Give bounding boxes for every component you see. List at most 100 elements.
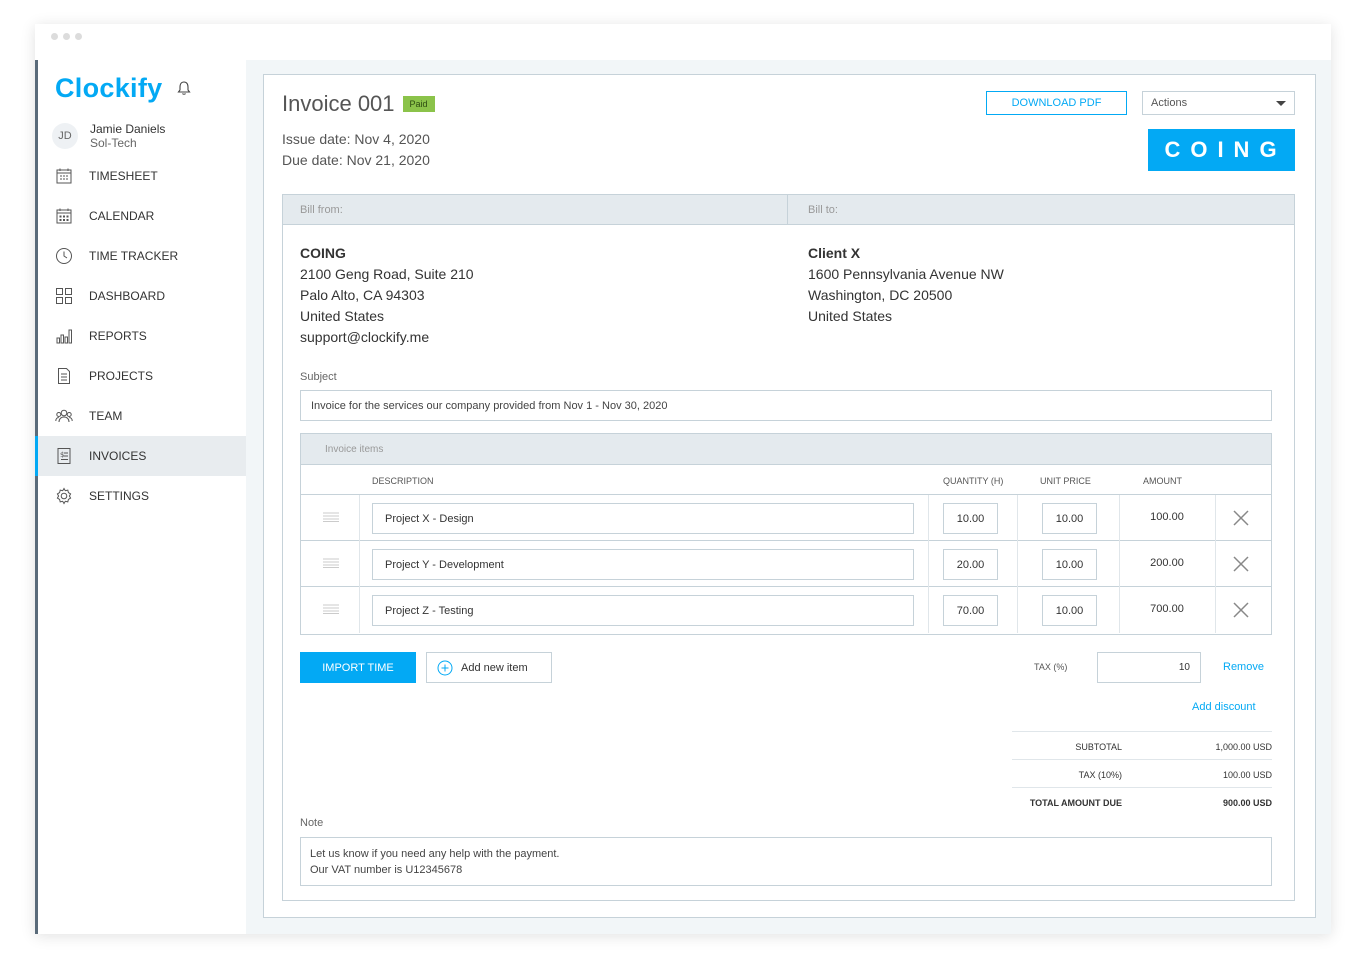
download-pdf-button[interactable]: DOWNLOAD PDF bbox=[986, 91, 1127, 115]
add-new-item-label: Add new item bbox=[461, 661, 528, 674]
subject-input[interactable]: Invoice for the services our company pro… bbox=[300, 390, 1272, 421]
add-discount-link[interactable]: Add discount bbox=[1192, 701, 1256, 713]
company-logo[interactable]: COING bbox=[1148, 129, 1295, 171]
gear-icon bbox=[55, 487, 73, 505]
sidebar-item-label: INVOICES bbox=[89, 449, 147, 463]
bill-to-label: Bill to: bbox=[808, 204, 838, 216]
bill-from-label: Bill from: bbox=[300, 204, 343, 216]
sidebar-item-label: DASHBOARD bbox=[89, 289, 166, 303]
sidebar-item-reports[interactable]: REPORTS bbox=[38, 316, 246, 356]
timesheet-icon bbox=[55, 167, 73, 185]
invoice-title: Invoice 001 bbox=[282, 91, 395, 116]
to-line2: Washington, DC 20500 bbox=[808, 287, 953, 303]
sidebar-nav: TIMESHEET CALENDAR TIME TRACKER DASHBOAR… bbox=[35, 156, 246, 516]
drag-handle-icon[interactable] bbox=[323, 558, 339, 568]
total-value: 900.00 USD bbox=[1222, 798, 1272, 808]
window-dot bbox=[63, 33, 70, 40]
invoice-panel: Invoice 001 Paid Issue date: Nov 4, 2020… bbox=[263, 74, 1316, 918]
note-line: Our VAT number is U12345678 bbox=[310, 864, 463, 876]
sidebar-item-dashboard[interactable]: DASHBOARD bbox=[38, 276, 246, 316]
sidebar-item-team[interactable]: TEAM bbox=[38, 396, 246, 436]
total-label: TOTAL AMOUNT DUE bbox=[1029, 798, 1122, 808]
user-org: Sol-Tech bbox=[90, 136, 137, 150]
tax-total-value: 100.00 USD bbox=[1222, 770, 1272, 780]
tax-label: TAX (%) bbox=[1034, 662, 1068, 672]
from-line2: Palo Alto, CA 94303 bbox=[300, 287, 425, 303]
column-amount: AMOUNT bbox=[1143, 476, 1182, 486]
reports-icon bbox=[55, 327, 73, 345]
bill-header: Bill from: Bill to: bbox=[283, 195, 1294, 225]
item-description-input[interactable]: Project X - Design bbox=[372, 503, 914, 534]
from-name: COING bbox=[300, 245, 346, 261]
invoice-dates: Issue date: Nov 4, 2020 Due date: Nov 21… bbox=[282, 129, 430, 171]
tax-row: TAX (10%) 100.00 USD bbox=[1012, 759, 1272, 787]
item-quantity-input[interactable]: 70.00 bbox=[943, 595, 998, 626]
user-profile[interactable]: JD Jamie Daniels Sol-Tech bbox=[52, 122, 165, 150]
due-date[interactable]: Due date: Nov 21, 2020 bbox=[282, 150, 430, 171]
item-amount: 100.00 bbox=[1150, 511, 1184, 523]
note-textarea[interactable]: Let us know if you need any help with th… bbox=[300, 837, 1272, 886]
clock-icon bbox=[55, 247, 73, 265]
drag-handle-icon[interactable] bbox=[323, 604, 339, 614]
logo-row: Clockify bbox=[55, 72, 192, 104]
remove-tax-link[interactable]: Remove bbox=[1223, 661, 1264, 673]
svg-text:$: $ bbox=[60, 451, 64, 459]
column-description: DESCRIPTION bbox=[372, 476, 434, 486]
invoice-icon: $ bbox=[55, 447, 73, 465]
item-unit-price-input[interactable]: 10.00 bbox=[1042, 595, 1097, 626]
avatar: JD bbox=[52, 123, 78, 149]
item-description-input[interactable]: Project Y - Development bbox=[372, 549, 914, 580]
sidebar-item-time-tracker[interactable]: TIME TRACKER bbox=[38, 236, 246, 276]
actions-dropdown[interactable]: Actions bbox=[1142, 91, 1295, 115]
close-icon[interactable] bbox=[1231, 554, 1251, 574]
sidebar-item-projects[interactable]: PROJECTS bbox=[38, 356, 246, 396]
sidebar-item-timesheet[interactable]: TIMESHEET bbox=[38, 156, 246, 196]
main-content: Invoice 001 Paid Issue date: Nov 4, 2020… bbox=[246, 60, 1331, 934]
drag-handle-icon[interactable] bbox=[323, 512, 339, 522]
from-line3: United States bbox=[300, 308, 385, 324]
sidebar-item-invoices[interactable]: $ INVOICES bbox=[35, 436, 246, 476]
sidebar-item-label: TIMESHEET bbox=[89, 169, 158, 183]
window-titlebar bbox=[35, 24, 1331, 60]
tax-input[interactable]: 10 bbox=[1097, 652, 1201, 683]
from-email: support@clockify.me bbox=[300, 329, 430, 345]
subtotal-label: SUBTOTAL bbox=[1075, 742, 1122, 752]
bill-from-address[interactable]: COING 2100 Geng Road, Suite 210 Palo Alt… bbox=[300, 243, 474, 348]
item-description-input[interactable]: Project Z - Testing bbox=[372, 595, 914, 626]
import-time-button[interactable]: IMPORT TIME bbox=[300, 652, 416, 683]
sidebar-item-label: PROJECTS bbox=[89, 369, 154, 383]
item-unit-price-input[interactable]: 10.00 bbox=[1042, 549, 1097, 580]
close-icon[interactable] bbox=[1231, 508, 1251, 528]
total-row: TOTAL AMOUNT DUE 900.00 USD bbox=[1012, 787, 1272, 815]
invoice-items-header: Invoice items bbox=[301, 434, 1271, 465]
actions-label: Actions bbox=[1151, 97, 1188, 109]
window-dot bbox=[51, 33, 58, 40]
table-row: Project Z - Testing 70.00 10.00 700.00 bbox=[301, 587, 1271, 633]
bell-icon[interactable] bbox=[176, 80, 192, 96]
caret-down-icon bbox=[1276, 101, 1286, 106]
column-quantity: QUANTITY (H) bbox=[943, 476, 1004, 486]
subtotal-row: SUBTOTAL 1,000.00 USD bbox=[1012, 731, 1272, 759]
issue-date[interactable]: Issue date: Nov 4, 2020 bbox=[282, 129, 430, 150]
sidebar-item-label: TEAM bbox=[89, 409, 123, 423]
to-line1: 1600 Pennsylvania Avenue NW bbox=[808, 266, 1004, 282]
item-quantity-input[interactable]: 20.00 bbox=[943, 549, 998, 580]
note-line: Let us know if you need any help with th… bbox=[310, 848, 560, 860]
sidebar-item-calendar[interactable]: CALENDAR bbox=[38, 196, 246, 236]
item-amount: 200.00 bbox=[1150, 557, 1184, 569]
bill-to-address[interactable]: Client X 1600 Pennsylvania Avenue NW Was… bbox=[808, 243, 1004, 327]
clockify-logo[interactable]: Clockify bbox=[55, 73, 162, 104]
subtotal-value: 1,000.00 USD bbox=[1215, 742, 1272, 752]
user-name: Jamie Daniels bbox=[90, 122, 166, 136]
invoice-items-table: Invoice items DESCRIPTION QUANTITY (H) U… bbox=[300, 433, 1272, 635]
to-name: Client X bbox=[808, 245, 861, 261]
app-window: Clockify JD Jamie Daniels Sol-Tech TIMES… bbox=[35, 24, 1331, 934]
item-quantity-input[interactable]: 10.00 bbox=[943, 503, 998, 534]
sidebar-item-settings[interactable]: SETTINGS bbox=[38, 476, 246, 516]
item-unit-price-input[interactable]: 10.00 bbox=[1042, 503, 1097, 534]
page-title: Invoice 001 Paid bbox=[282, 91, 435, 117]
to-line3: United States bbox=[808, 308, 893, 324]
close-icon[interactable] bbox=[1231, 600, 1251, 620]
invoice-body: Bill from: Bill to: COING 2100 Geng Road… bbox=[282, 194, 1295, 901]
add-new-item-button[interactable]: Add new item bbox=[426, 652, 552, 683]
